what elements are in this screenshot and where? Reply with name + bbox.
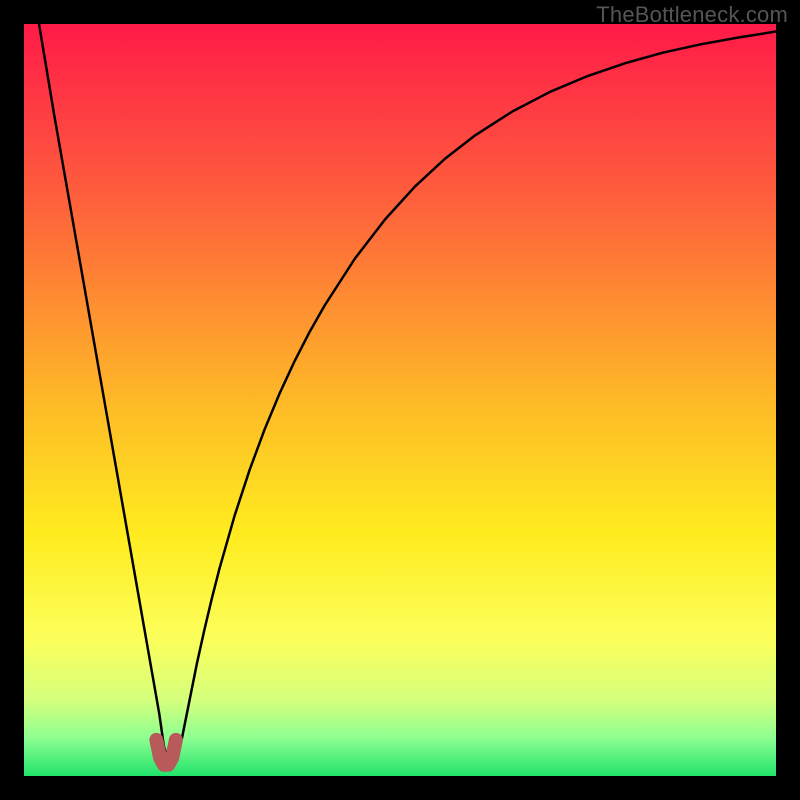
plot-area (24, 24, 776, 776)
chart-svg (24, 24, 776, 776)
watermark-text: TheBottleneck.com (596, 2, 788, 28)
chart-frame: TheBottleneck.com (0, 0, 800, 800)
gradient-background (24, 24, 776, 776)
